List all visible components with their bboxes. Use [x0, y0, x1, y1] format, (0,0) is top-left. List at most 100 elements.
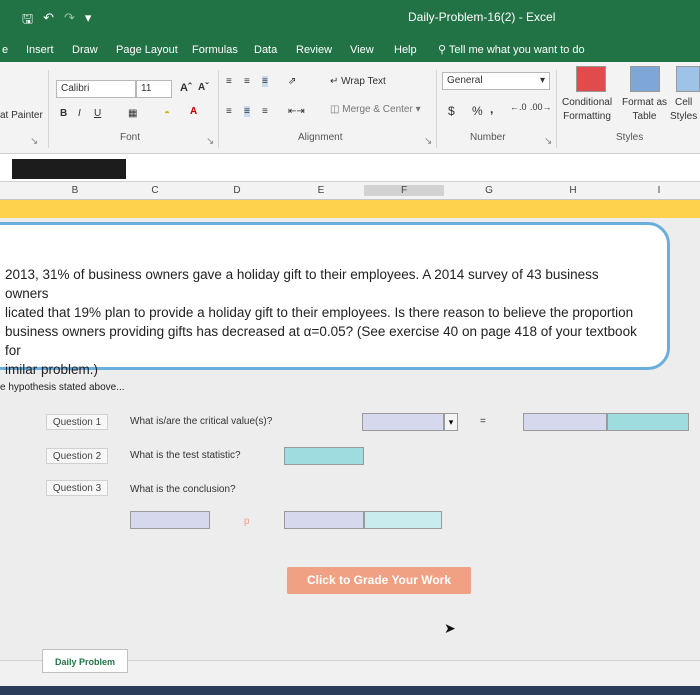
percent-icon[interactable]: % — [472, 104, 483, 118]
underline-icon[interactable]: U — [94, 108, 101, 119]
chevron-down-icon[interactable]: ▾ — [444, 413, 458, 431]
column-header-c[interactable]: C — [130, 185, 180, 196]
currency-icon[interactable]: $ — [448, 104, 455, 118]
decrease-decimal-icon[interactable]: .00→ — [530, 102, 552, 112]
column-header-f[interactable]: F — [364, 185, 444, 196]
comma-icon[interactable]: , — [490, 102, 493, 116]
align-top-icon[interactable]: ≡ — [226, 76, 232, 87]
font-group-label: Font — [120, 132, 141, 143]
merge-center-label: Merge & Center — [342, 104, 413, 115]
question-1-label: Question 1 — [46, 414, 108, 430]
orientation-icon[interactable]: ⇗ — [288, 76, 296, 87]
conclusion-select-3[interactable] — [364, 511, 442, 529]
mouse-cursor-icon: ➤ — [444, 620, 456, 636]
wrap-text-button[interactable]: ↵ Wrap Text — [330, 76, 386, 87]
quick-access-toolbar: 🖫 ↶ ↷ ▾ — [22, 10, 91, 32]
align-right-icon[interactable]: ≡ — [262, 106, 268, 117]
format-painter-label[interactable]: at Painter — [0, 110, 43, 121]
alignment-launcher-icon[interactable]: ↘ — [424, 136, 432, 147]
align-left-icon[interactable]: ≡ — [226, 106, 232, 117]
italic-icon[interactable]: I — [78, 108, 81, 119]
tab-page-layout[interactable]: Page Layout — [116, 44, 178, 56]
cell-styles-button[interactable]: Cell Styles — [670, 96, 697, 124]
tab-data[interactable]: Data — [254, 44, 277, 56]
window-title: Daily-Problem-16(2) - Excel — [408, 10, 556, 24]
column-headers: B C D E F G H I — [0, 182, 700, 200]
number-group-label: Number — [470, 132, 506, 143]
test-statistic-input[interactable] — [284, 447, 364, 465]
merge-icon: ◫ — [330, 104, 340, 115]
number-launcher-icon[interactable]: ↘ — [544, 136, 552, 147]
align-middle-icon[interactable]: ≡ — [244, 76, 250, 87]
column-header-h[interactable]: H — [548, 185, 598, 196]
question-1-text: What is/are the critical value(s)? — [130, 416, 273, 427]
search-icon: ⚲ — [438, 44, 447, 56]
formula-bar — [0, 154, 700, 182]
clipboard-launcher-icon[interactable]: ↘ — [30, 136, 38, 147]
redo-icon[interactable]: ↷ — [64, 10, 75, 32]
column-header-e[interactable]: E — [296, 185, 346, 196]
ribbon-tabs: e Insert Draw Page Layout Formulas Data … — [0, 36, 700, 62]
wrap-text-label: Wrap Text — [341, 76, 386, 87]
chevron-down-icon: ▾ — [539, 75, 545, 86]
merge-center-button[interactable]: ◫ Merge & Center ▾ — [330, 104, 421, 115]
font-size-select[interactable]: 11 — [136, 80, 172, 98]
format-as-table-label-2: Table — [632, 111, 657, 122]
tell-me-search[interactable]: ⚲ Tell me what you want to do — [438, 43, 585, 56]
align-center-icon[interactable]: ≡ — [244, 106, 250, 117]
save-icon[interactable]: 🖫 — [22, 10, 33, 32]
conclusion-select-2[interactable] — [284, 511, 364, 529]
windows-taskbar — [0, 686, 700, 695]
conclusion-select-1[interactable] — [130, 511, 210, 529]
fill-color-icon[interactable]: ◓ — [164, 108, 170, 119]
tab-view[interactable]: View — [350, 44, 374, 56]
tab-review[interactable]: Review — [296, 44, 332, 56]
problem-box: 2013, 31% of business owners gave a holi… — [0, 222, 670, 377]
undo-icon[interactable]: ↶ — [43, 10, 54, 32]
equals-sign: = — [480, 416, 486, 427]
tab-formulas[interactable]: Formulas — [192, 44, 238, 56]
sheet-tab-daily-problem[interactable]: Daily Problem — [42, 649, 128, 673]
font-name-select[interactable]: Calibri — [56, 80, 136, 98]
critical-value-input-2[interactable] — [607, 413, 689, 431]
alignment-group-label: Alignment — [298, 132, 343, 143]
number-format-select[interactable]: General ▾ — [442, 72, 550, 90]
critical-value-select[interactable] — [362, 413, 444, 431]
align-bottom-icon[interactable]: ≡ — [262, 76, 268, 87]
format-as-table-button[interactable]: Format as Table — [622, 96, 667, 124]
tab-draw[interactable]: Draw — [72, 44, 98, 56]
font-launcher-icon[interactable]: ↘ — [206, 136, 214, 147]
column-header-d[interactable]: D — [212, 185, 262, 196]
number-format-value: General — [447, 75, 483, 86]
critical-value-input-1[interactable] — [523, 413, 607, 431]
bold-icon[interactable]: B — [60, 108, 67, 119]
customize-icon[interactable]: ▾ — [85, 10, 92, 32]
borders-icon[interactable]: ▦ — [128, 108, 137, 119]
font-color-icon[interactable]: A — [190, 106, 197, 117]
conditional-formatting-button[interactable]: Conditional Formatting — [562, 96, 612, 124]
increase-decimal-icon[interactable]: ←.0 — [510, 102, 527, 112]
tab-file[interactable]: e — [2, 44, 8, 56]
format-as-table-icon — [630, 66, 660, 92]
format-as-table-label: Format as — [622, 97, 668, 108]
font-size-value: 11 — [141, 83, 152, 94]
question-2-label: Question 2 — [46, 448, 108, 464]
header-banner — [0, 200, 700, 218]
question-3-text: What is the conclusion? — [130, 484, 236, 495]
wrap-text-icon: ↵ — [330, 76, 339, 87]
column-header-b[interactable]: B — [50, 185, 100, 196]
column-header-g[interactable]: G — [464, 185, 514, 196]
tab-help[interactable]: Help — [394, 44, 417, 56]
indent-icons[interactable]: ⇤⇥ — [288, 106, 305, 117]
increase-font-icon[interactable]: Aˆ — [180, 82, 192, 94]
tab-insert[interactable]: Insert — [26, 44, 54, 56]
column-header-i[interactable]: I — [634, 185, 684, 196]
cell-styles-icon — [676, 66, 700, 92]
name-box[interactable] — [12, 159, 126, 179]
tell-me-label: Tell me what you want to do — [448, 44, 585, 56]
font-name-value: Calibri — [61, 83, 90, 94]
styles-group-label: Styles — [616, 132, 644, 143]
grade-work-button[interactable]: Click to Grade Your Work — [287, 567, 471, 594]
decrease-font-icon[interactable]: Aˇ — [198, 82, 209, 93]
cell-styles-label-2: Styles — [670, 111, 698, 122]
